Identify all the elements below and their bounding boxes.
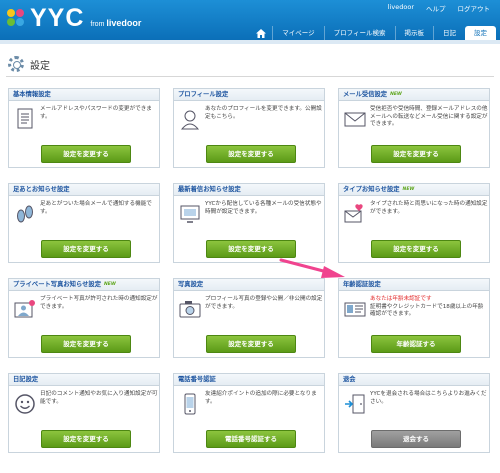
card-phone-verification: 電話番号認証 友達紹介ポイントの追加の際に必要となります。 電話番号認証する bbox=[173, 373, 325, 453]
card-latest-notify: 最新着信お知らせ設定 YYCから配信している各種メールの受信状態や時間が設定でき… bbox=[173, 183, 325, 263]
card-title: タイプお知らせ設定 NEW bbox=[339, 184, 489, 196]
age-verify-description: 証明書やクレジットカードで18歳以上の年齢確認ができます。 bbox=[370, 303, 484, 318]
basic-info-change-button[interactable]: 設定を変更する bbox=[41, 145, 131, 163]
top-link-livedoor[interactable]: livedoor bbox=[388, 3, 414, 13]
card-description: プライベート写真が許可された時の通知設定ができます。 bbox=[40, 296, 158, 310]
nav-settings[interactable]: 設定 bbox=[465, 26, 496, 40]
smiley-icon bbox=[15, 394, 35, 414]
site-header: YYC from livedoor livedoor ヘルプ ログアウト マイペ… bbox=[0, 0, 500, 40]
age-unverified-warning: あなたは年齢未認証です bbox=[370, 296, 432, 302]
card-age-verification: 年齢認証設定 あなたは年齢未認証です 証明書やクレジットカードで18歳以上の年齢… bbox=[338, 278, 490, 358]
card-title: 日記設定 bbox=[9, 374, 159, 386]
camera-icon bbox=[179, 301, 201, 318]
new-badge: NEW bbox=[104, 282, 116, 287]
card-description: YYCを退会される場合はこちらよりお進みください。 bbox=[370, 391, 487, 405]
page-title: 設定 bbox=[8, 56, 50, 72]
top-link-logout[interactable]: ログアウト bbox=[458, 3, 491, 13]
card-description: タイプされた時と両思いになった時の通知設定ができます。 bbox=[370, 201, 488, 215]
card-description: あなたのプロフィールを変更できます。公開設定もこちら。 bbox=[205, 106, 322, 120]
top-links: livedoor ヘルプ ログアウト bbox=[388, 3, 490, 13]
card-profile: プロフィール設定 あなたのプロフィールを変更できます。公開設定もこちら。 設定を… bbox=[173, 88, 325, 168]
new-badge: NEW bbox=[390, 92, 402, 97]
withdraw-button[interactable]: 退会する bbox=[371, 430, 461, 448]
new-badge: NEW bbox=[402, 187, 415, 192]
nav-diary[interactable]: 日記 bbox=[433, 26, 465, 40]
header-subbar bbox=[0, 40, 500, 44]
card-title: 最新着信お知らせ設定 bbox=[174, 184, 324, 196]
card-description: あなたは年齢未認証です 証明書やクレジットカードで18歳以上の年齢確認ができます… bbox=[370, 296, 488, 319]
nav-board[interactable]: 掲示板 bbox=[394, 26, 434, 40]
footprint-change-button[interactable]: 設定を変更する bbox=[41, 240, 131, 258]
yyc-logo[interactable]: YYC from livedoor bbox=[6, 3, 142, 32]
card-type-notify: タイプお知らせ設定 NEW タイプされた時と両思いになった時の通知設定ができます。… bbox=[338, 183, 490, 263]
card-basic-info: 基本情報設定 メールアドレスやパスワードの変更ができます。 設定を変更する bbox=[8, 88, 160, 168]
logo-text: YYC bbox=[30, 3, 85, 32]
card-title: 年齢認証設定 bbox=[339, 279, 489, 291]
id-card-icon bbox=[344, 302, 366, 317]
diary-change-button[interactable]: 設定を変更する bbox=[41, 430, 131, 448]
nav-home[interactable] bbox=[250, 26, 272, 40]
card-withdraw: 退会 YYCを退会される場合はこちらよりお進みください。 退会する bbox=[338, 373, 490, 453]
top-link-help[interactable]: ヘルプ bbox=[426, 3, 446, 13]
exit-door-icon bbox=[345, 394, 365, 414]
card-description: 友達紹介ポイントの追加の際に必要となります。 bbox=[205, 391, 317, 405]
card-title: プロフィール設定 bbox=[174, 89, 324, 101]
footprints-icon bbox=[17, 205, 33, 223]
monitor-icon bbox=[180, 205, 200, 223]
card-title: 足あとお知らせ設定 bbox=[9, 184, 159, 196]
latest-notify-change-button[interactable]: 設定を変更する bbox=[206, 240, 296, 258]
card-title: メール受信設定 NEW bbox=[339, 89, 489, 101]
type-notify-change-button[interactable]: 設定を変更する bbox=[371, 240, 461, 258]
profile-change-button[interactable]: 設定を変更する bbox=[206, 145, 296, 163]
card-description: YYCから配信している各種メールの受信状態や時間が設定できます。 bbox=[205, 201, 322, 215]
main-nav: マイページ プロフィール検索 掲示板 日記 設定 bbox=[250, 24, 496, 40]
heart-mail-icon bbox=[344, 204, 363, 223]
card-mail-receive: メール受信設定 NEW 受信拒否や受信時間、登録メールアドレスの他メールへの転送な… bbox=[338, 88, 490, 168]
home-icon bbox=[256, 29, 267, 38]
card-description: メールアドレスやパスワードの変更ができます。 bbox=[40, 106, 152, 120]
profile-person-icon bbox=[180, 110, 200, 130]
photo-person-icon bbox=[14, 300, 35, 318]
page-title-text: 設定 bbox=[30, 60, 50, 72]
card-title: 退会 bbox=[339, 374, 489, 386]
phone-verify-button[interactable]: 電話番号認証する bbox=[206, 430, 296, 448]
pink-arrow-annotation bbox=[279, 258, 345, 278]
card-private-photo-notify: プライベート写真お知らせ設定 NEW プライベート写真が許可された時の通知設定がで… bbox=[8, 278, 160, 358]
photo-change-button[interactable]: 設定を変更する bbox=[206, 335, 296, 353]
card-description: プロフィール写真の登録や公開／非公開の設定ができます。 bbox=[205, 296, 323, 310]
card-description: 足あとがついた場合メールで通知する機能です。 bbox=[40, 201, 152, 215]
card-description: 日記のコメント通知やお気に入り通知設定が可能です。 bbox=[40, 391, 158, 405]
card-title: 写真設定 bbox=[174, 279, 324, 291]
card-title: プライベート写真お知らせ設定 NEW bbox=[9, 279, 159, 291]
card-description: 受信拒否や受信時間、登録メールアドレスの他メールへの転送などメール受信に関する設… bbox=[370, 106, 488, 127]
card-photo: 写真設定 プロフィール写真の登録や公開／非公開の設定ができます。 設定を変更する bbox=[173, 278, 325, 358]
clover-logo-icon bbox=[6, 8, 26, 28]
nav-mypage[interactable]: マイページ bbox=[272, 26, 323, 40]
gear-icon bbox=[8, 56, 24, 72]
card-footprint-notify: 足あとお知らせ設定 足あとがついた場合メールで通知する機能です。 設定を変更する bbox=[8, 183, 160, 263]
card-diary: 日記設定 日記のコメント通知やお気に入り通知設定が可能です。 設定を変更する bbox=[8, 373, 160, 453]
mail-receive-change-button[interactable]: 設定を変更する bbox=[371, 145, 461, 163]
phone-icon bbox=[184, 393, 196, 415]
age-verify-button[interactable]: 年齢認証する bbox=[371, 335, 461, 353]
card-title: 基本情報設定 bbox=[9, 89, 159, 101]
title-divider bbox=[6, 76, 494, 77]
logo-from: from livedoor bbox=[90, 17, 142, 28]
envelope-icon bbox=[344, 112, 366, 127]
nav-profile-search[interactable]: プロフィール検索 bbox=[323, 26, 395, 40]
document-icon bbox=[17, 108, 33, 129]
private-photo-change-button[interactable]: 設定を変更する bbox=[41, 335, 131, 353]
card-title: 電話番号認証 bbox=[174, 374, 324, 386]
